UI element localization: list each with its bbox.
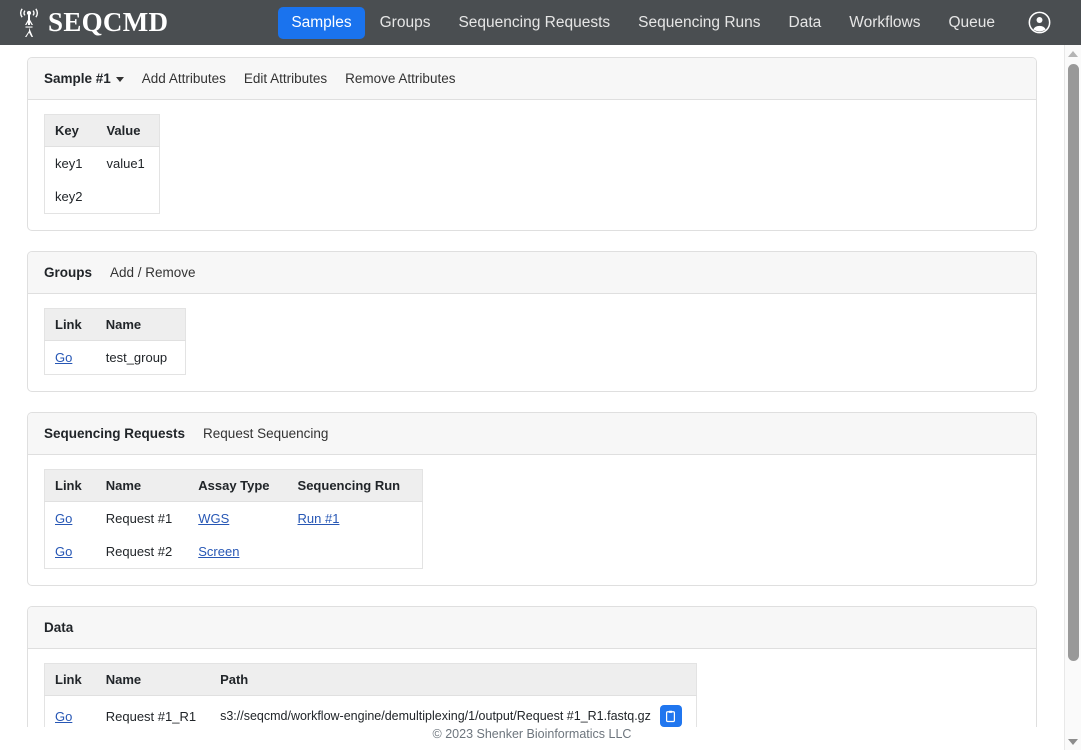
table-header-row: Link Name xyxy=(44,308,186,341)
data-card-header: Data xyxy=(28,607,1036,649)
attribute-key: key1 xyxy=(55,156,83,171)
copy-path-button[interactable] xyxy=(659,705,682,727)
account-circle-icon[interactable] xyxy=(1028,11,1051,34)
content-viewport: Sample #1 Add Attributes Edit Attributes… xyxy=(0,45,1081,750)
column-header-value: Value xyxy=(96,114,160,147)
table-header-row: Key Value xyxy=(44,114,160,147)
table-row: key1 value1 xyxy=(45,147,160,181)
column-header-link: Link xyxy=(44,469,96,502)
scrollbar-thumb[interactable] xyxy=(1068,64,1079,661)
brand-logo[interactable]: SEQCMD xyxy=(16,7,169,38)
nav-items: Samples Groups Sequencing Requests Seque… xyxy=(278,6,1008,39)
groups-card-header: Groups Add / Remove xyxy=(28,252,1036,294)
data-title: Data xyxy=(44,620,74,635)
nav-item-sequencing-runs[interactable]: Sequencing Runs xyxy=(625,7,773,39)
column-header-link: Link xyxy=(44,308,96,341)
sequencing-requests-card-body: Link Name Assay Type Sequencing Run Go R… xyxy=(28,455,1036,585)
scroll-up-arrow-icon[interactable] xyxy=(1065,45,1081,62)
column-header-sequencing-run: Sequencing Run xyxy=(287,469,423,502)
sequencing-requests-table: Link Name Assay Type Sequencing Run Go R… xyxy=(44,469,424,569)
top-navbar: SEQCMD Samples Groups Sequencing Request… xyxy=(0,0,1081,45)
attributes-table: Key Value key1 value1 key2 xyxy=(44,114,160,214)
chevron-down-icon xyxy=(115,77,124,82)
edit-attributes-button[interactable]: Edit Attributes xyxy=(244,71,327,86)
request-name: Request #2 xyxy=(105,544,173,559)
nav-item-sequencing-requests[interactable]: Sequencing Requests xyxy=(445,7,623,39)
request-sequencing-button[interactable]: Request Sequencing xyxy=(203,426,328,441)
attribute-value xyxy=(96,180,159,214)
request-assay-type-cell: WGS xyxy=(188,502,287,536)
data-file-path: s3://seqcmd/workflow-engine/demultiplexi… xyxy=(220,709,651,723)
nav-item-queue[interactable]: Queue xyxy=(935,7,1008,39)
attribute-value: value1 xyxy=(106,156,145,171)
sequencing-run-link[interactable]: Run #1 xyxy=(298,511,340,526)
sample-dropdown[interactable]: Sample #1 xyxy=(44,71,124,86)
remove-attributes-button[interactable]: Remove Attributes xyxy=(345,71,455,86)
add-remove-groups-button[interactable]: Add / Remove xyxy=(110,265,196,280)
request-link-cell: Go xyxy=(45,502,96,536)
table-header-row: Link Name Assay Type Sequencing Run xyxy=(44,469,423,502)
request-go-link[interactable]: Go xyxy=(55,544,72,559)
nav-right xyxy=(1028,11,1067,34)
sample-title-label: Sample #1 xyxy=(44,71,111,86)
request-sequencing-run-cell: Run #1 xyxy=(288,502,423,536)
request-assay-type-cell: Screen xyxy=(188,535,287,569)
request-sequencing-run-cell xyxy=(288,535,423,569)
brand-name: SEQCMD xyxy=(48,7,169,37)
triangle-up-shape xyxy=(1068,50,1078,57)
add-attributes-button[interactable]: Add Attributes xyxy=(142,71,226,86)
clipboard-icon xyxy=(664,710,677,723)
sequencing-requests-title: Sequencing Requests xyxy=(44,426,186,441)
sample-card-body: Key Value key1 value1 key2 xyxy=(28,100,1036,230)
page-footer: © 2023 Shenker Bioinformatics LLC xyxy=(0,727,1064,750)
column-header-assay-type: Assay Type xyxy=(188,469,288,502)
request-go-link[interactable]: Go xyxy=(55,511,72,526)
column-header-key: Key xyxy=(44,114,97,147)
sample-card: Sample #1 Add Attributes Edit Attributes… xyxy=(27,57,1037,231)
table-row: key2 xyxy=(45,180,160,214)
column-header-name: Name xyxy=(95,663,211,696)
column-header-path: Path xyxy=(210,663,697,696)
column-header-name: Name xyxy=(95,308,186,341)
nav-item-groups[interactable]: Groups xyxy=(367,7,444,39)
scroll-content: Sample #1 Add Attributes Edit Attributes… xyxy=(0,45,1064,750)
sequencing-requests-card: Sequencing Requests Request Sequencing L… xyxy=(27,412,1037,586)
groups-card: Groups Add / Remove Link Name Go test_gr… xyxy=(27,251,1037,392)
table-row: Go Request #1 WGS Run #1 xyxy=(45,502,423,536)
request-name: Request #1 xyxy=(105,511,173,526)
table-row: Go Request #2 Screen xyxy=(45,535,423,569)
vertical-scrollbar[interactable] xyxy=(1064,45,1081,750)
attribute-key: key2 xyxy=(55,189,83,204)
groups-title: Groups xyxy=(44,265,93,280)
scroll-down-arrow-icon[interactable] xyxy=(1065,733,1081,750)
groups-card-body: Link Name Go test_group xyxy=(28,294,1036,391)
nav-item-workflows[interactable]: Workflows xyxy=(836,7,933,39)
group-name: test_group xyxy=(105,350,168,365)
assay-type-link[interactable]: WGS xyxy=(198,511,229,526)
sequencing-requests-card-header: Sequencing Requests Request Sequencing xyxy=(28,413,1036,455)
table-header-row: Link Name Path xyxy=(44,663,697,696)
column-header-name: Name xyxy=(95,469,189,502)
assay-type-link[interactable]: Screen xyxy=(198,544,239,559)
data-go-link[interactable]: Go xyxy=(55,709,72,724)
radio-tower-icon xyxy=(16,7,42,38)
groups-table: Link Name Go test_group xyxy=(44,308,187,375)
group-go-link[interactable]: Go xyxy=(55,350,72,365)
table-row: Go test_group xyxy=(45,341,186,375)
copyright-text: © 2023 Shenker Bioinformatics LLC xyxy=(432,727,632,741)
nav-item-samples[interactable]: Samples xyxy=(278,6,365,39)
triangle-down-shape xyxy=(1068,738,1078,745)
group-link-cell: Go xyxy=(45,341,96,375)
request-link-cell: Go xyxy=(45,535,96,569)
nav-item-data[interactable]: Data xyxy=(776,7,835,39)
column-header-link: Link xyxy=(44,663,96,696)
sample-card-header: Sample #1 Add Attributes Edit Attributes… xyxy=(28,58,1036,100)
